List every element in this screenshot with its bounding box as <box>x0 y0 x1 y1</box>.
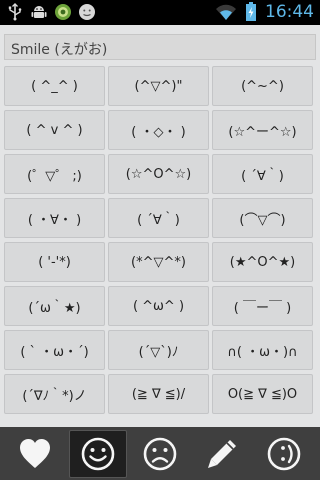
wink-face-icon <box>267 437 301 471</box>
smile-face-icon <box>81 437 115 471</box>
category-title: Smile (えがお) <box>11 42 108 58</box>
pencil-icon <box>208 440 236 468</box>
emoticon-cell[interactable]: (´∇ﾉ｀*)ノ <box>4 374 105 414</box>
emoticon-cell[interactable]: (^▽^)" <box>108 66 209 106</box>
emoticon-cell[interactable]: (´ω｀★) <box>4 286 105 326</box>
bottom-tab-bar <box>0 427 320 480</box>
emoticon-cell[interactable]: ( ` ・ω・´) <box>4 330 105 370</box>
emoticon-cell[interactable]: ( ^_^ ) <box>4 66 105 106</box>
battery-icon <box>246 2 256 21</box>
emoticon-cell[interactable]: ( ^ω^ ) <box>108 286 209 326</box>
emoticon-cell[interactable]: (´▽`)ﾉ <box>108 330 209 370</box>
system-icons: 16:44 <box>215 2 314 22</box>
tab-other[interactable] <box>255 430 313 478</box>
emoticon-cell[interactable]: ( ￣ー￣ ) <box>212 286 313 326</box>
tab-smile[interactable] <box>69 430 127 478</box>
emoticon-cell[interactable]: ( ・∀・ ) <box>4 198 105 238</box>
emoticon-cell[interactable]: ∩( ・ω・)∩ <box>212 330 313 370</box>
emoticon-cell[interactable]: ( ´∀｀) <box>212 154 313 194</box>
heart-icon <box>20 439 50 468</box>
sad-face-icon <box>143 437 177 471</box>
emoticon-cell[interactable]: (⌒▽⌒) <box>212 198 313 238</box>
emoticon-cell[interactable]: (゜▽゜ ;) <box>4 154 105 194</box>
emoticon-cell[interactable]: ( ・◇・ ) <box>108 110 209 150</box>
emoticon-cell[interactable]: (★^O^★) <box>212 242 313 282</box>
emoticon-cell[interactable]: (≧ ∇ ≦)/ <box>108 374 209 414</box>
tab-edit[interactable] <box>193 430 251 478</box>
android-debug-icon <box>31 6 47 18</box>
face-notification-icon <box>79 4 95 20</box>
notification-icons <box>6 3 96 21</box>
emoticon-cell[interactable]: (☆^ー^☆) <box>212 110 313 150</box>
status-bar: 16:44 <box>0 0 320 25</box>
emoticon-grid: ( ^_^ ) (^▽^)" (^~^) ( ^ v ^ )( ・◇・ ) (☆^ー^☆… <box>4 66 316 424</box>
usb-icon <box>8 3 22 21</box>
emoticon-cell[interactable]: (*^▽^*) <box>108 242 209 282</box>
emoticon-cell[interactable]: O(≧ ∇ ≦)O <box>212 374 313 414</box>
emoticon-cell[interactable]: ( ^ v ^ ) <box>4 110 105 150</box>
category-header: Smile (えがお) <box>4 34 316 60</box>
wifi-icon <box>216 4 236 20</box>
emoticon-cell[interactable]: ( ´∀｀) <box>108 198 209 238</box>
emoticon-cell[interactable]: ( '-'*) <box>4 242 105 282</box>
app-notification-icon <box>55 4 71 20</box>
tab-love[interactable] <box>6 430 64 478</box>
clock: 16:44 <box>265 2 314 22</box>
tab-sad[interactable] <box>131 430 189 478</box>
emoticon-cell[interactable]: (^~^) <box>212 66 313 106</box>
emoticon-cell[interactable]: (☆^O^☆) <box>108 154 209 194</box>
